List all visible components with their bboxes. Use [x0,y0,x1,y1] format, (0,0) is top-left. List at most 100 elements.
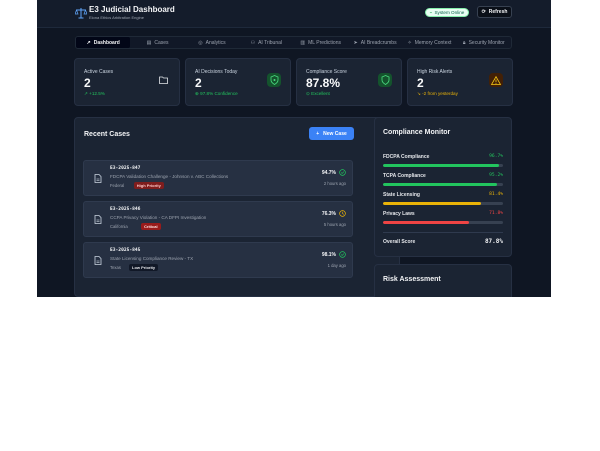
plus-icon: + [316,130,320,137]
compliance-progress-bar [383,202,503,205]
refresh-icon: ⟳ [481,9,486,15]
refresh-button[interactable]: ⟳ Refresh [477,6,512,18]
stat-sub-text: -2 from yesterday [422,91,458,96]
compliance-value: 81.4% [489,192,503,197]
case-score: 98.1% [321,252,336,258]
tab-label: Dashboard [93,39,120,46]
clock-icon [339,210,346,217]
stat-high-risk-alerts: High Risk Alerts 2 ↘ -2 from yesterday [407,58,513,106]
case-jurisdiction: Texas [110,265,121,270]
stat-sub-text: +12.5% [89,91,105,96]
compliance-monitor-panel: Compliance Monitor FDCPA Compliance 96.7%… [374,117,512,257]
compliance-value: 71.8% [489,211,503,216]
case-time: 1 day ago [327,263,346,268]
case-id: E3-2025-847 [110,166,141,171]
tab-label: AI Breadcrumbs [360,39,397,46]
sparkle-icon: ✧ [407,39,412,46]
stat-sub-text: Excellent [311,91,330,96]
case-row[interactable]: E3-2025-846 CCPA Privacy Violation - CA D… [83,201,353,237]
trend-icon: ↗ [86,39,91,46]
document-icon: ▤ [146,39,152,46]
users-icon: ⚇ [250,39,256,46]
tab-ml-predictions[interactable]: ▥ ML Predictions [294,37,348,48]
scales-icon [75,8,87,19]
stat-sub: ⊙ Excellent [306,91,330,96]
compliance-label: State Licensing [383,192,420,198]
compliance-monitor-title: Compliance Monitor [383,129,451,136]
progress-fill [383,164,500,167]
case-jurisdiction: California [110,224,128,229]
compliance-label: FDCPA Compliance [383,154,430,160]
case-score: 94.7% [321,170,336,176]
tab-ai-tribunal[interactable]: ⚇ AI Tribunal [239,37,293,48]
case-id: E3-2025-846 [110,207,141,212]
shield-check-icon [378,73,392,87]
tab-label: Analytics [205,39,226,46]
stat-value: 2 [417,76,424,90]
compliance-progress-bar [383,164,503,167]
compliance-label: TCPA Compliance [383,173,426,179]
pulse-icon: ⌁ [429,9,433,15]
priority-badge: Critical [141,223,161,230]
case-row[interactable]: E3-2025-845 State Licensing Compliance Re… [83,242,353,278]
app-subtitle: Elona Ethics Arbitration Engine [89,15,144,20]
app-window: E3 Judicial Dashboard Elona Ethics Arbit… [37,0,551,297]
case-score: 76.3% [321,211,336,217]
stat-compliance-score: Compliance Score 87.8% ⊙ Excellent [296,58,402,106]
case-title: FDCPA Validation Challenge - Johnson v. … [110,174,229,179]
stat-ai-decisions: AI Decisions Today 2 ⊕ 97.8% Confidence [185,58,291,106]
tab-label: ML Predictions [308,39,341,46]
shield-icon [267,73,281,87]
stat-sub: ↗ +12.5% [84,91,105,96]
target-icon: ◎ [198,39,203,46]
case-time: 2 hours ago [323,181,346,186]
tab-label: Cases [154,39,169,46]
tab-security-monitor[interactable]: 🔒︎ Security Monitor [457,37,511,48]
tab-analytics[interactable]: ◎ Analytics [185,37,239,48]
overall-score-label: Overall Score [383,239,416,245]
priority-badge: High Priority [133,182,164,189]
app-title: E3 Judicial Dashboard [89,5,175,14]
progress-fill [383,221,470,224]
risk-assessment-panel: Risk Assessment [374,264,512,297]
main-tabs: ↗ Dashboard ▤ Cases ◎ Analytics ⚇ AI Tribunal ▥ M… [75,36,512,49]
case-time: 5 hours ago [323,222,346,227]
status-label: System Online [434,10,465,15]
stat-value: 2 [195,76,202,90]
check-circle-icon [339,251,346,258]
progress-fill [383,202,481,205]
check-circle-icon [339,169,346,176]
chart-icon: ▥ [300,39,306,46]
priority-badge: Low Priority [129,264,159,271]
stat-active-cases: Active Cases 2 ↗ +12.5% [74,58,180,106]
document-icon [94,174,102,183]
tab-label: Security Monitor [468,39,505,46]
recent-cases-title: Recent Cases [84,131,130,138]
stat-label: Active Cases [84,69,114,75]
refresh-label: Refresh [488,9,508,15]
divider [383,232,503,233]
stat-value: 87.8% [306,76,341,90]
tab-memory-context[interactable]: ✧ Memory Context [402,37,456,48]
compliance-progress-bar [383,183,503,186]
compliance-progress-bar [383,221,503,224]
new-case-label: New Case [323,130,347,137]
tab-ai-breadcrumbs[interactable]: ➤ AI Breadcrumbs [348,37,402,48]
tab-label: AI Tribunal [258,39,282,46]
document-icon [94,256,102,265]
stat-sub-text: 97.8% Confidence [200,91,238,96]
case-jurisdiction: Federal [110,183,125,188]
tab-dashboard[interactable]: ↗ Dashboard [76,37,131,48]
case-id: E3-2025-845 [110,248,141,253]
tab-cases[interactable]: ▤ Cases [130,37,184,48]
case-title: State Licensing Compliance Review - TX [110,256,194,261]
new-case-button[interactable]: + New Case [309,127,354,140]
warning-icon [489,73,503,87]
case-row[interactable]: E3-2025-847 FDCPA Validation Challenge - … [83,160,353,196]
folder-icon [156,73,170,87]
lock-icon: 🔒︎ [462,39,466,46]
overall-score-value: 87.8% [484,238,503,245]
send-icon: ➤ [353,39,358,46]
stat-label: AI Decisions Today [195,69,238,75]
stat-label: Compliance Score [306,69,347,75]
